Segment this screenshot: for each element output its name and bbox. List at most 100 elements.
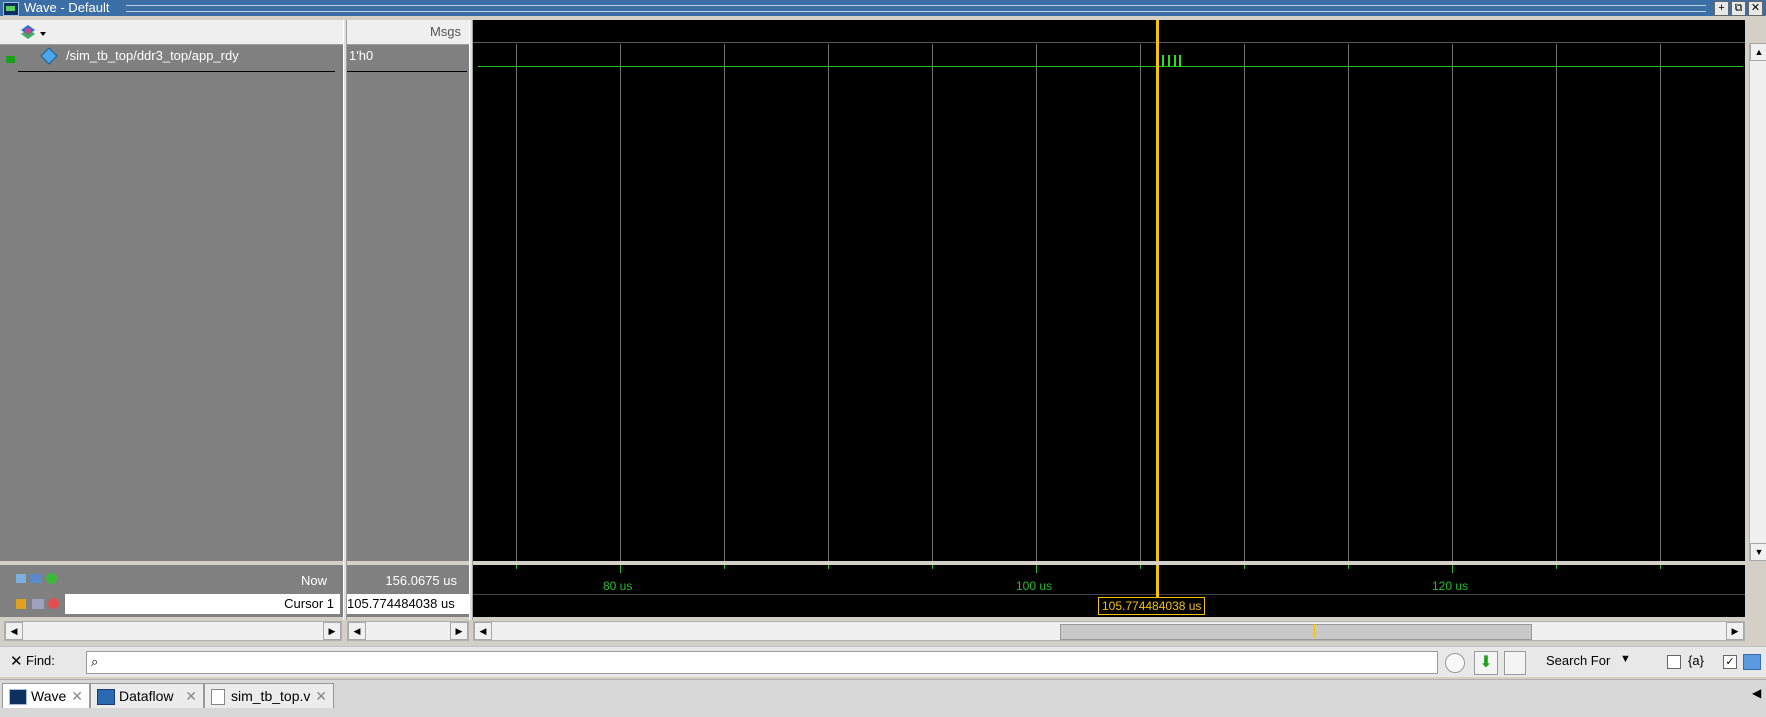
title-drag-grip[interactable] [126,5,1706,12]
signal-row[interactable]: /sim_tb_top/ddr3_top/app_rdy [0,44,343,72]
option-checkbox[interactable]: ✓ [1723,655,1737,669]
layers-icon[interactable] [18,23,50,41]
names-pane[interactable]: /sim_tb_top/ddr3_top/app_rdy [0,20,343,561]
grid-line [1036,44,1037,561]
msgs-header-label: Msgs [429,24,461,39]
delete-cursor-icon[interactable] [48,598,59,609]
search-for-dropdown-icon[interactable]: ▼ [1620,653,1631,665]
minor-tick [1348,565,1349,569]
scroll-right-icon[interactable]: ▶ [323,622,341,640]
file-tab-icon [211,689,225,705]
find-next-icon[interactable] [1445,653,1465,673]
close-tab-icon[interactable]: ✕ [315,684,327,708]
tab-dataflow[interactable]: Dataflow ✕ [90,683,204,708]
cursor-marker[interactable] [1156,565,1159,597]
scroll-up-icon[interactable]: ▲ [1750,43,1766,61]
signal-value: 1'h0 [349,48,374,63]
wave-tab-icon [9,689,27,705]
signal-path[interactable]: /sim_tb_top/ddr3_top/app_rdy [66,48,239,63]
tab-wave[interactable]: Wave ✕ [2,683,90,708]
signal-glitch [1162,55,1164,67]
minor-tick [724,565,725,569]
grid-line [1348,44,1349,561]
window-tab-bar: Wave ✕ Dataflow ✕ sim_tb_top.v ✕ ◀ [0,679,1766,717]
scroll-left-icon[interactable]: ◀ [348,622,366,640]
find-options-icon[interactable] [1504,651,1526,675]
signal-glitch [1174,55,1176,67]
active-signal-marker [6,56,15,63]
undock-icon[interactable]: ⧉ [1731,1,1746,16]
tab-label: sim_tb_top.v [231,688,311,704]
grid-line [932,44,933,561]
values-hscrollbar[interactable]: ◀ ▶ [347,621,469,641]
scroll-right-icon[interactable]: ▶ [1726,622,1744,640]
minor-tick [1556,565,1557,569]
grid-line [724,44,725,561]
cursor-value-field[interactable]: 105.774484038 us [347,594,469,614]
binoculars-icon[interactable]: ⌕ [91,654,98,670]
signal-diamond-icon [40,47,58,65]
wave-scroll-thumb[interactable] [1060,624,1532,640]
now-label: Now [300,573,327,588]
wave-vertical-scrollbar[interactable]: ▲ ▼ [1749,43,1766,561]
scroll-right-icon[interactable]: ▶ [450,622,468,640]
regex-checkbox[interactable] [1667,655,1681,669]
close-tab-icon[interactable]: ✕ [71,684,83,708]
names-hscrollbar[interactable]: ◀ ▶ [4,621,342,641]
cursor-label[interactable]: Cursor 1 [284,596,334,611]
tab-source-file[interactable]: sim_tb_top.v ✕ [204,683,334,708]
wave-add-icon[interactable] [30,574,42,583]
window-title: Wave - Default [24,0,110,15]
lock-icon[interactable] [16,599,26,609]
search-for-label[interactable]: Search For [1546,653,1610,668]
major-tick [1036,565,1037,573]
scroll-down-icon[interactable]: ▼ [1750,543,1766,561]
signal-glitch [1179,55,1181,67]
tab-label: Wave [31,688,67,704]
tab-scroll-left-icon[interactable]: ◀ [1752,686,1761,700]
time-label: 80 us [603,579,633,593]
status-names: Now Cursor 1 [0,565,343,617]
cursor-value: 105.774484038 us [347,596,455,611]
minor-tick [1140,565,1141,569]
find-down-icon[interactable]: ⬇ [1474,651,1498,675]
grid-line [516,44,517,561]
zoom-icon[interactable] [16,574,26,583]
find-mode-icon[interactable] [1743,654,1761,670]
major-tick [620,565,621,573]
values-header: Msgs [347,20,469,45]
minor-tick [1660,565,1661,569]
time-label: 100 us [1016,579,1053,593]
cursor-time-tag[interactable]: 105.774484038 us [1098,597,1206,615]
add-cursor-icon[interactable] [46,573,57,584]
close-icon[interactable]: ✕ [1748,1,1763,16]
values-pane[interactable]: Msgs 1'h0 [347,20,469,561]
signal-glitch [1168,55,1170,67]
value-underline [347,71,467,72]
minor-tick [516,565,517,569]
waveform-display[interactable] [473,20,1745,561]
wave-hscrollbar[interactable]: ◀ ▶ [473,621,1745,641]
scroll-left-icon[interactable]: ◀ [474,622,492,640]
grid-line [1140,44,1141,561]
time-ruler[interactable]: 80 us 100 us 120 us 105.774484038 us [473,565,1745,617]
wave-window-icon [3,2,19,16]
window-title-bar[interactable]: Wave - Default + ⧉ ✕ [0,0,1766,16]
find-label: Find: [26,653,55,668]
close-tab-icon[interactable]: ✕ [185,684,197,708]
minor-tick [1244,565,1245,569]
cursor-name-field[interactable]: Cursor 1 [65,594,340,614]
add-icon[interactable]: + [1714,1,1729,16]
dataflow-tab-icon [97,689,115,705]
edit-cursor-icon[interactable] [32,599,44,609]
find-bar: ✕ Find: ⌕ ⬇ Search For ▼ {a} ✓ [0,646,1766,677]
scroll-left-icon[interactable]: ◀ [5,622,23,640]
row-underline [18,71,335,72]
find-input[interactable]: ⌕ [86,651,1438,674]
signal-waveform[interactable] [478,66,1743,67]
cursor-line[interactable] [1156,20,1159,561]
minor-tick [828,565,829,569]
close-find-icon[interactable]: ✕ [10,652,23,670]
status-values: 156.0675 us 105.774484038 us [347,565,469,617]
regex-label: {a} [1688,653,1704,668]
